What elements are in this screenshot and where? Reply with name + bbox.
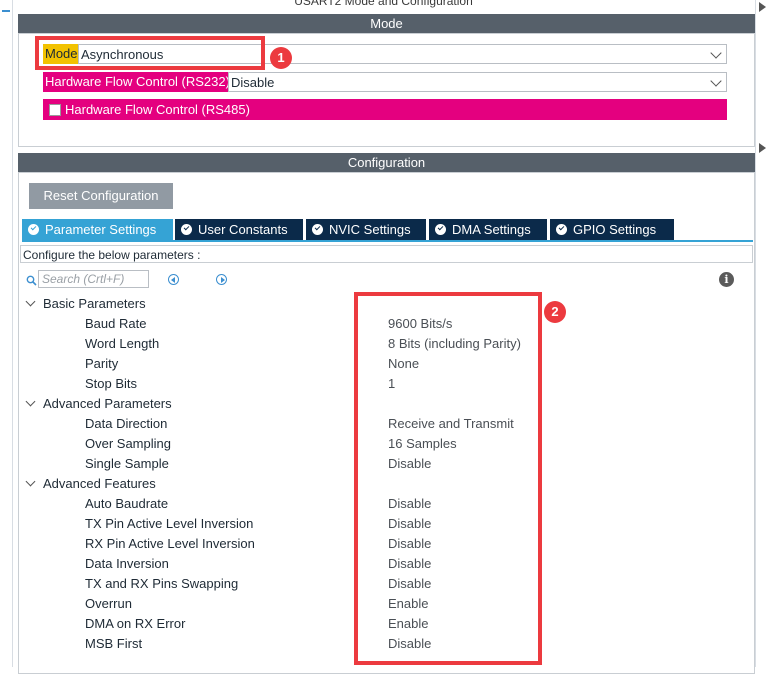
tab-user-constants[interactable]: User Constants bbox=[175, 219, 303, 240]
hw-flow-rs485-label: Hardware Flow Control (RS485) bbox=[65, 102, 250, 117]
tab-label: User Constants bbox=[198, 222, 288, 237]
param-name: DMA on RX Error bbox=[85, 616, 186, 631]
tab-parameter-settings[interactable]: Parameter Settings bbox=[22, 219, 173, 240]
chevron-down-icon bbox=[710, 47, 722, 59]
param-name: Over Sampling bbox=[85, 436, 171, 451]
callout-badge-2: 2 bbox=[544, 301, 566, 323]
param-name: RX Pin Active Level Inversion bbox=[85, 536, 255, 551]
collapse-arrow-icon[interactable] bbox=[759, 2, 766, 12]
left-panel-edge bbox=[0, 0, 13, 667]
hw-flow-rs232-select[interactable]: Disable bbox=[228, 72, 727, 92]
previous-result-icon[interactable] bbox=[168, 274, 179, 285]
tab-label: DMA Settings bbox=[452, 222, 531, 237]
param-name: Baud Rate bbox=[85, 316, 147, 331]
param-name: Stop Bits bbox=[85, 376, 138, 391]
mode-callout-box bbox=[35, 36, 265, 70]
group-advanced-parameters[interactable]: Advanced Parameters bbox=[43, 394, 172, 414]
chevron-down-icon bbox=[710, 75, 722, 87]
group-advanced-features[interactable]: Advanced Features bbox=[43, 474, 156, 494]
hw-flow-rs232-value: Disable bbox=[231, 75, 275, 90]
hw-flow-rs232-label: Hardware Flow Control (RS232) bbox=[43, 72, 232, 92]
tab-nvic-settings[interactable]: NVIC Settings bbox=[306, 219, 426, 240]
param-name: Parity bbox=[85, 356, 119, 371]
page-title: USART2 Mode and Configuration bbox=[294, 0, 473, 8]
tab-label: Parameter Settings bbox=[45, 222, 157, 237]
param-name: Data Direction bbox=[85, 416, 168, 431]
check-circle-icon bbox=[435, 224, 446, 235]
tab-label: NVIC Settings bbox=[329, 222, 411, 237]
search-icon bbox=[26, 273, 37, 286]
hw-flow-rs485-row[interactable]: Hardware Flow Control (RS485) bbox=[43, 99, 727, 120]
tab-gpio-settings[interactable]: GPIO Settings bbox=[550, 219, 674, 240]
check-circle-icon bbox=[181, 224, 192, 235]
param-name: Overrun bbox=[85, 596, 132, 611]
next-result-icon[interactable] bbox=[216, 274, 227, 285]
collapse-arrow-icon[interactable] bbox=[759, 143, 766, 153]
check-circle-icon bbox=[556, 224, 567, 235]
param-name: TX Pin Active Level Inversion bbox=[85, 516, 254, 531]
param-name: Data Inversion bbox=[85, 556, 169, 571]
values-callout-box bbox=[354, 292, 542, 665]
group-basic-parameters[interactable]: Basic Parameters bbox=[43, 294, 146, 314]
tab-label: GPIO Settings bbox=[573, 222, 657, 237]
callout-badge-1: 1 bbox=[270, 47, 292, 69]
panel-edge-marker bbox=[2, 10, 10, 12]
mode-section-header: Mode bbox=[18, 14, 755, 33]
tab-dma-settings[interactable]: DMA Settings bbox=[429, 219, 547, 240]
param-name: Single Sample bbox=[85, 456, 169, 471]
info-icon[interactable]: i bbox=[719, 272, 734, 287]
search-input[interactable]: Search (Crtl+F) bbox=[38, 270, 149, 288]
param-name: MSB First bbox=[85, 636, 143, 651]
check-circle-icon bbox=[28, 224, 39, 235]
right-scroll-strip[interactable] bbox=[755, 0, 771, 667]
configuration-section-header: Configuration bbox=[18, 153, 755, 172]
hw-flow-rs485-checkbox[interactable] bbox=[49, 104, 61, 116]
tab-underline bbox=[22, 240, 753, 242]
configure-instructions: Configure the below parameters : bbox=[20, 245, 753, 263]
param-name: TX and RX Pins Swapping bbox=[85, 576, 239, 591]
check-circle-icon bbox=[312, 224, 323, 235]
reset-configuration-button[interactable]: Reset Configuration bbox=[29, 183, 173, 209]
hw-flow-rs232-row: Hardware Flow Control (RS232) Disable bbox=[43, 72, 727, 92]
param-name: Word Length bbox=[85, 336, 160, 351]
param-name: Auto Baudrate bbox=[85, 496, 169, 511]
